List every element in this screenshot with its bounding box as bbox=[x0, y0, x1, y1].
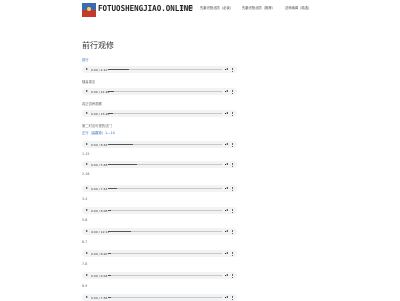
audio-time: 0:00 / 7:56 bbox=[91, 295, 108, 300]
audio-progress-bar[interactable] bbox=[108, 69, 222, 70]
audio-time: 0:00 / 6:04 bbox=[91, 273, 108, 278]
site-logo[interactable] bbox=[82, 3, 96, 17]
play-icon[interactable] bbox=[86, 274, 88, 276]
play-icon[interactable] bbox=[86, 230, 88, 232]
audio-progress-fill bbox=[108, 231, 131, 232]
play-icon[interactable] bbox=[86, 68, 88, 70]
audio-player[interactable]: 0:00 / 12:13 bbox=[82, 228, 237, 235]
audio-progress-fill bbox=[108, 297, 112, 298]
section-label: 3-4 bbox=[82, 197, 88, 201]
volume-icon[interactable] bbox=[225, 187, 228, 190]
audio-progress-bar[interactable] bbox=[108, 91, 222, 92]
section-label: 6-7 bbox=[82, 240, 88, 244]
volume-icon[interactable] bbox=[225, 90, 228, 93]
audio-progress-bar[interactable] bbox=[108, 113, 222, 114]
audio-progress-bar[interactable] bbox=[108, 144, 222, 145]
more-options-icon[interactable] bbox=[232, 186, 233, 191]
nav-item[interactable]: 先秦光阳北防（必读） bbox=[200, 5, 233, 10]
more-options-icon[interactable] bbox=[232, 89, 233, 94]
play-icon[interactable] bbox=[86, 187, 88, 189]
more-options-icon[interactable] bbox=[232, 67, 233, 72]
audio-player[interactable]: 0:00 / 6:04 bbox=[82, 272, 237, 279]
audio-progress-bar[interactable] bbox=[108, 210, 222, 211]
audio-progress-fill bbox=[108, 253, 112, 254]
nav-item[interactable]: 法师纳闻（精选） bbox=[285, 5, 311, 10]
volume-icon[interactable] bbox=[225, 209, 228, 212]
audio-player[interactable]: 0:00 / 8:20 bbox=[82, 250, 237, 257]
play-icon[interactable] bbox=[86, 296, 88, 298]
audio-progress-fill bbox=[108, 275, 112, 276]
more-options-icon[interactable] bbox=[232, 251, 233, 256]
audio-progress-bar[interactable] bbox=[108, 231, 222, 232]
volume-icon[interactable] bbox=[225, 274, 228, 277]
site-header: FOTUOSHENGJIAO.ONLINE · · · · · · 前行视修 先… bbox=[0, 0, 400, 20]
play-icon[interactable] bbox=[86, 252, 88, 254]
audio-time: 0:00 / 4:10 bbox=[91, 67, 108, 72]
more-options-icon[interactable] bbox=[232, 229, 233, 234]
audio-player[interactable]: 0:00 / 8:46 bbox=[82, 141, 237, 148]
section-label: 1-15 bbox=[82, 152, 90, 156]
audio-progress-bar[interactable] bbox=[108, 275, 222, 276]
volume-icon[interactable] bbox=[225, 112, 228, 115]
audio-progress-fill bbox=[108, 188, 118, 189]
volume-icon[interactable] bbox=[225, 143, 228, 146]
volume-icon[interactable] bbox=[225, 163, 228, 166]
audio-progress-bar[interactable] bbox=[108, 297, 222, 298]
audio-progress-fill bbox=[108, 144, 134, 145]
section-label: 前行 bbox=[82, 58, 89, 62]
site-title[interactable]: FOTUOSHENGJIAO.ONLINE bbox=[98, 4, 193, 13]
volume-icon[interactable] bbox=[225, 252, 228, 255]
audio-time: 0:00 / 8:46 bbox=[91, 142, 108, 147]
audio-time: 0:00 / 15:20 bbox=[91, 111, 110, 116]
audio-progress-bar[interactable] bbox=[108, 164, 222, 165]
more-options-icon[interactable] bbox=[232, 111, 233, 116]
audio-player[interactable]: 0:00 / 5:48 bbox=[82, 161, 237, 168]
audio-time: 0:00 / 8:08 bbox=[91, 208, 108, 213]
audio-progress-bar[interactable] bbox=[108, 188, 222, 189]
audio-player[interactable]: 0:00 / 4:10 bbox=[82, 66, 237, 73]
audio-player[interactable]: 0:00 / 21:46 bbox=[82, 88, 237, 95]
section-label: 7-8 bbox=[82, 262, 88, 266]
audio-progress-fill bbox=[108, 210, 112, 211]
play-icon[interactable] bbox=[86, 163, 88, 165]
section-label: 正行（善趣篇）1—10 bbox=[82, 131, 115, 135]
more-options-icon[interactable] bbox=[232, 208, 233, 213]
audio-time: 0:00 / 7:44 bbox=[91, 186, 108, 191]
audio-progress-fill bbox=[108, 113, 113, 114]
audio-time: 0:00 / 21:46 bbox=[91, 89, 110, 94]
page-title: 前行观修 bbox=[82, 41, 114, 50]
play-icon[interactable] bbox=[86, 143, 88, 145]
section-label: 第二时法可视的法门 bbox=[82, 124, 112, 128]
more-options-icon[interactable] bbox=[232, 273, 233, 278]
section-label: 2-16 bbox=[82, 172, 90, 176]
audio-progress-fill bbox=[108, 164, 137, 165]
audio-progress-fill bbox=[108, 91, 114, 92]
section-label: 8-9 bbox=[82, 284, 88, 288]
section-label: 5-6 bbox=[82, 218, 88, 222]
more-options-icon[interactable] bbox=[232, 162, 233, 167]
audio-player[interactable]: 0:00 / 7:44 bbox=[82, 185, 237, 192]
volume-icon[interactable] bbox=[225, 230, 228, 233]
play-icon[interactable] bbox=[86, 209, 88, 211]
audio-time: 0:00 / 12:13 bbox=[91, 229, 110, 234]
volume-icon[interactable] bbox=[225, 68, 228, 71]
play-icon[interactable] bbox=[86, 112, 88, 114]
section-label: 随喜观法 bbox=[82, 80, 96, 84]
play-icon[interactable] bbox=[86, 90, 88, 92]
more-options-icon[interactable] bbox=[232, 295, 233, 300]
audio-progress-fill bbox=[108, 69, 129, 70]
nav-item[interactable]: 前行视修 bbox=[180, 5, 193, 10]
audio-player[interactable]: 0:00 / 15:20 bbox=[82, 110, 237, 117]
audio-progress-bar[interactable] bbox=[108, 253, 222, 254]
section-label: 真正供养观察 bbox=[82, 102, 102, 106]
main-nav: 前行视修 先秦光阳北防（必读） 先秦光阳北防（推荐） 法师纳闻（精选） bbox=[180, 5, 320, 13]
audio-time: 0:00 / 5:48 bbox=[91, 162, 108, 167]
audio-time: 0:00 / 8:20 bbox=[91, 251, 108, 256]
more-options-icon[interactable] bbox=[232, 142, 233, 147]
volume-icon[interactable] bbox=[225, 296, 228, 299]
site-subtitle: · · · · · · bbox=[98, 13, 109, 17]
audio-player[interactable]: 0:00 / 8:08 bbox=[82, 207, 237, 214]
nav-item[interactable]: 先秦光阳北防（推荐） bbox=[242, 5, 275, 10]
